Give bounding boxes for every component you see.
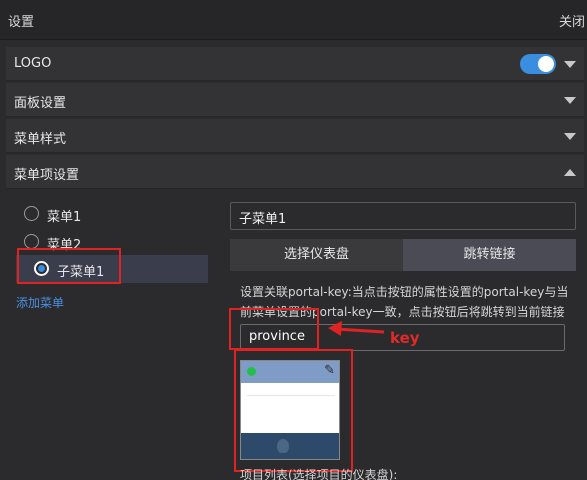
menu-item-label: 菜单1 [47, 210, 82, 225]
tab-jump-link[interactable]: 跳转链接 [403, 239, 576, 271]
section-menu-item-settings[interactable]: 菜单项设置 [6, 155, 584, 189]
annotation-arrow-icon [328, 321, 385, 336]
section-menu-style[interactable]: 菜单样式 [6, 119, 584, 153]
toggle-knob [538, 56, 554, 72]
highlight-box [234, 349, 353, 472]
link-type-tabs: 选择仪表盘 跳转链接 [230, 239, 576, 271]
menu-name-field[interactable]: 子菜单1 [230, 202, 576, 230]
highlight-box [229, 308, 319, 350]
dashboard-list-label: 项目列表(选择项目的仪表盘): [240, 468, 398, 480]
section-logo-label: LOGO [14, 56, 52, 71]
menu-item-radio[interactable]: 菜单1 [16, 200, 208, 228]
section-logo[interactable]: LOGO [6, 47, 584, 81]
radio-button[interactable] [24, 234, 39, 249]
chevron-up-icon[interactable] [564, 169, 576, 176]
section-panel-label: 面板设置 [14, 96, 67, 111]
chevron-down-icon[interactable] [564, 61, 576, 68]
settings-header: 设置 关闭 [0, 0, 587, 40]
add-menu-link[interactable]: 添加菜单 [16, 294, 64, 311]
section-panel-settings[interactable]: 面板设置 [6, 83, 584, 117]
section-menu-style-label: 菜单样式 [14, 132, 67, 147]
logo-toggle[interactable] [520, 54, 556, 74]
highlight-box [17, 248, 121, 284]
radio-button[interactable] [24, 206, 39, 221]
section-menu-item-label: 菜单项设置 [14, 168, 80, 183]
panel-title: 设置 [8, 15, 35, 30]
close-button[interactable]: 关闭 [559, 11, 585, 30]
tab-select-dashboard[interactable]: 选择仪表盘 [230, 239, 403, 271]
chevron-down-icon[interactable] [564, 133, 576, 140]
chevron-down-icon[interactable] [564, 97, 576, 104]
annotation-key-label: key [390, 329, 420, 347]
